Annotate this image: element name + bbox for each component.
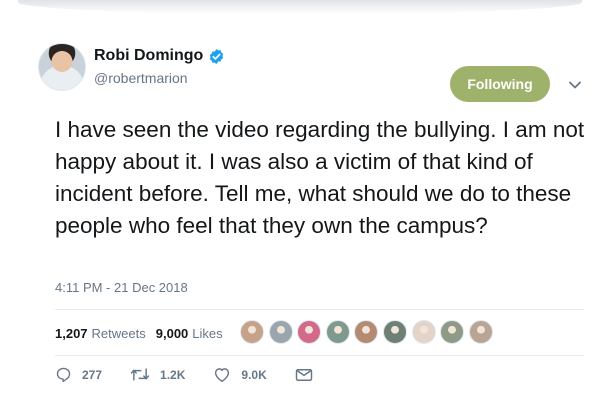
tweet-timestamp[interactable]: 4:11 PM - 21 Dec 2018 (55, 280, 188, 295)
tweet-stats: 1,207 Retweets 9,000 Likes (55, 319, 233, 347)
tweet-card: Robi Domingo @robertmarion Following I h… (18, 16, 584, 392)
likes-count: 9,000 (155, 325, 189, 341)
display-name[interactable]: Robi Domingo (94, 47, 203, 65)
liker-avatar[interactable] (325, 320, 350, 344)
like-count: 9.0K (241, 367, 267, 382)
reply-icon (56, 367, 71, 383)
user-handle[interactable]: @robertmarion (94, 70, 188, 86)
tweet-text: I have seen the video regarding the bull… (55, 117, 585, 238)
reply-count: 277 (82, 367, 103, 382)
direct-message-icon (295, 368, 312, 381)
likes-label: Likes (192, 325, 223, 341)
liker-avatar[interactable] (411, 320, 436, 344)
retweets-label: Retweets (91, 325, 146, 341)
like-icon (215, 368, 230, 382)
retweet-count: 1.2K (160, 367, 186, 382)
retweets-stat[interactable]: 1,207 Retweets (55, 326, 146, 341)
likes-stat[interactable]: 9,000 Likes (156, 326, 223, 341)
user-name-row: Robi Domingo (94, 47, 225, 65)
retweet-button[interactable]: 1.2K (130, 366, 185, 383)
liker-avatar[interactable] (240, 320, 264, 344)
verified-icon (208, 48, 225, 65)
reply-button[interactable]: 277 (55, 366, 102, 383)
chevron-down-icon[interactable] (568, 78, 582, 90)
liker-avatar[interactable] (440, 320, 465, 344)
liker-avatar[interactable] (468, 320, 493, 344)
divider (55, 309, 584, 310)
like-button[interactable]: 9.0K (213, 366, 267, 383)
tweet-actions: 277 1.2K 9.0K (55, 366, 351, 383)
retweets-count: 1,207 (55, 325, 88, 341)
liker-avatar[interactable] (354, 320, 379, 344)
liker-avatar[interactable] (297, 320, 322, 344)
divider (55, 355, 584, 356)
liker-avatar[interactable] (268, 320, 293, 344)
direct-message-button[interactable] (295, 367, 323, 383)
liker-avatars (240, 320, 497, 344)
liker-avatar[interactable] (382, 320, 407, 344)
following-button[interactable]: Following (450, 66, 550, 102)
retweet-icon (130, 368, 150, 381)
avatar[interactable] (38, 43, 86, 91)
